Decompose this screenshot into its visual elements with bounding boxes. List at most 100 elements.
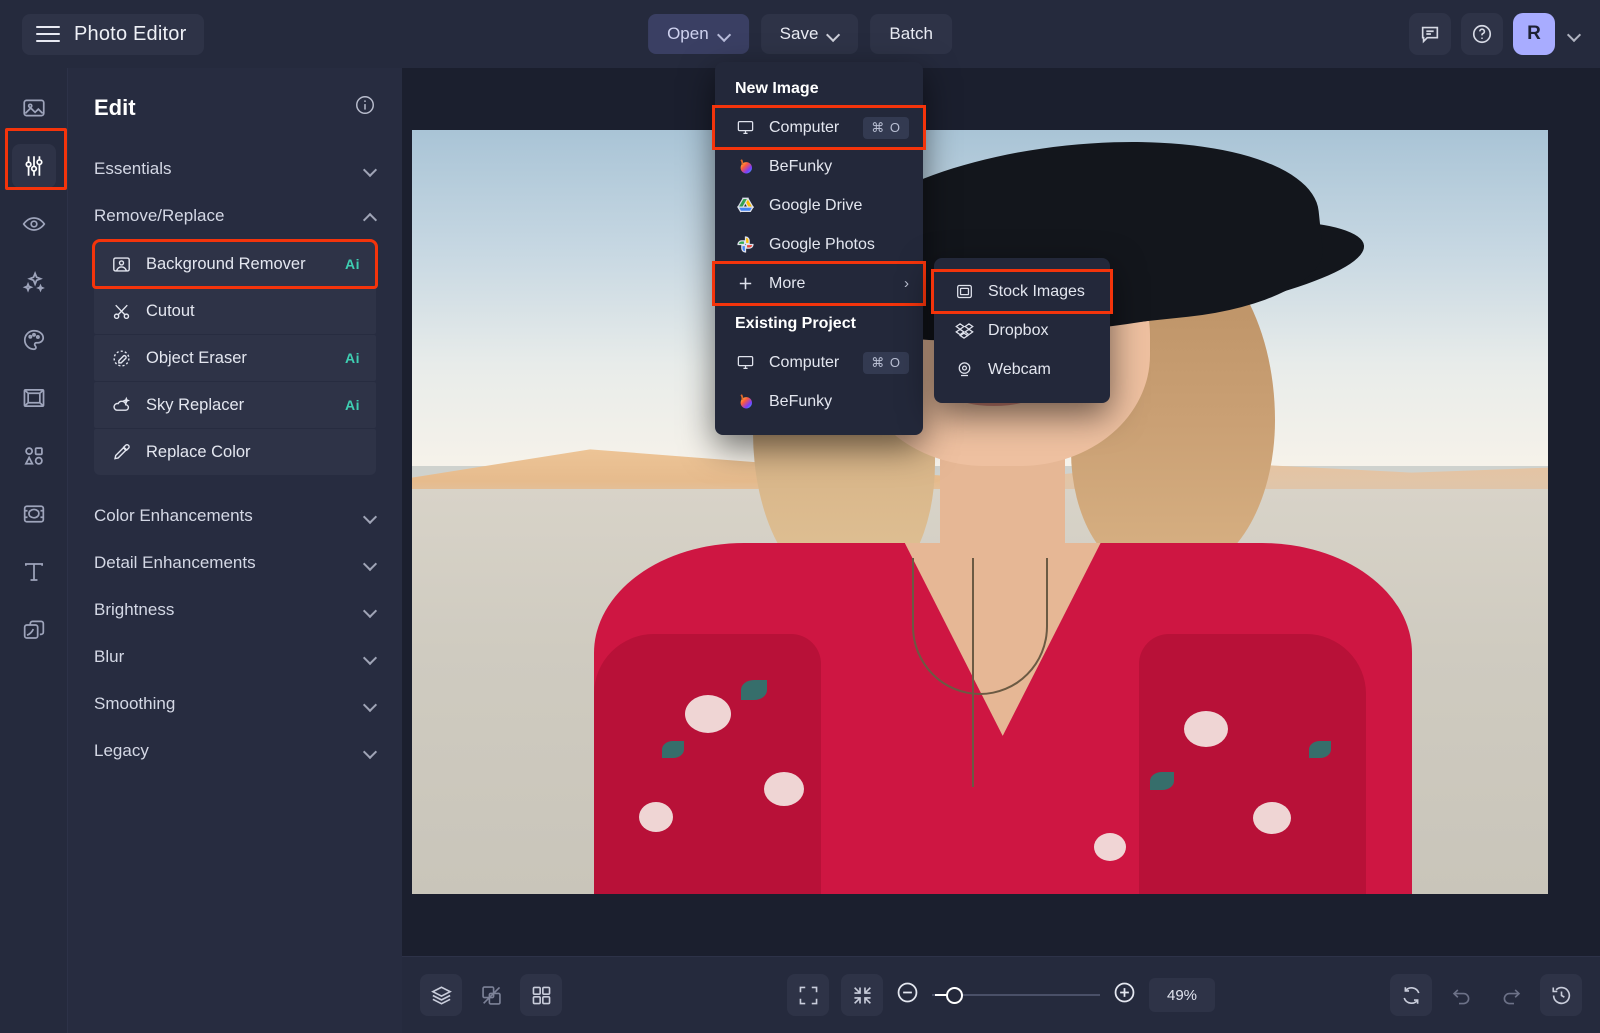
group-remove-replace[interactable]: Remove/Replace [94,195,376,237]
compare-split-icon [481,985,501,1005]
chevron-up-icon [365,211,376,222]
photo-subject [412,130,1548,894]
menu-item-new-more[interactable]: More › [712,261,926,306]
rail-item-effects[interactable] [12,260,56,304]
rail-item-graphics[interactable] [12,434,56,478]
photo-dress-flower [684,695,731,734]
menu-item-new-computer[interactable]: Computer ⌘ O [712,105,926,150]
tool-object-eraser[interactable]: Object Eraser Ai [94,335,376,381]
menu-item-new-google-drive[interactable]: Google Drive [715,186,923,225]
photo-dress-leaf [1150,771,1175,790]
canvas-area[interactable] [402,68,1600,956]
compare-button[interactable] [470,974,512,1016]
grid-view-button[interactable] [520,974,562,1016]
info-circle-icon [356,96,374,114]
remove-replace-tool-list: Background Remover Ai Cutout Object Eras… [92,239,378,475]
rail-item-edit[interactable] [11,144,56,188]
help-button[interactable] [1461,13,1503,55]
rail-item-textures[interactable] [12,492,56,536]
menu-item-label: More [769,274,806,292]
tool-background-remover[interactable]: Background Remover Ai [92,239,378,289]
eye-retouch-icon [22,217,45,231]
avatar[interactable]: R [1513,13,1555,55]
rail-item-layers[interactable] [12,608,56,652]
adjust-sliders-icon [24,156,43,176]
group-detail-enhancements[interactable]: Detail Enhancements [94,542,376,584]
bottom-left-tools [420,974,562,1016]
group-color-enhancements[interactable]: Color Enhancements [94,495,376,537]
photo-dress-flower [764,771,805,806]
reset-button[interactable] [1390,974,1432,1016]
group-label: Essentials [94,159,172,178]
edit-panel-header: Edit [94,68,376,143]
feedback-button[interactable] [1409,13,1451,55]
zoom-slider[interactable] [932,985,1100,1005]
open-button[interactable]: Open [648,14,749,54]
group-essentials[interactable]: Essentials [94,148,376,190]
chevron-down-icon [365,746,376,757]
rail-item-text[interactable] [12,550,56,594]
page-title: Edit [94,94,136,120]
undo-button[interactable] [1440,974,1482,1016]
dropbox-logo-icon [954,320,975,341]
menu-item-label: BeFunky [769,157,833,175]
tool-cutout[interactable]: Cutout [94,288,376,334]
menu-item-new-google-photos[interactable]: Google Photos [715,225,923,264]
redo-button[interactable] [1490,974,1532,1016]
submenu-item-label: Stock Images [988,282,1085,300]
rail-item-retouch[interactable] [12,202,56,246]
stock-image-icon [954,281,975,302]
rail-item-frames[interactable] [12,376,56,420]
edited-photo[interactable] [412,130,1548,894]
frame-icon [23,389,44,407]
zoom-out-button[interactable] [895,980,920,1010]
person-photo-icon [110,253,132,275]
menu-section-existing-project: Existing Project [735,315,856,332]
chevron-right-icon: › [904,275,909,292]
menu-item-new-befunky[interactable]: BeFunky [715,147,923,186]
app-title: Photo Editor [74,22,187,45]
history-button[interactable] [1540,974,1582,1016]
avatar-chevron-down-icon[interactable] [1569,29,1580,40]
group-legacy[interactable]: Legacy [94,730,376,772]
open-dropdown-menu: New Image Computer ⌘ O BeFunky Google Dr… [712,62,926,435]
submenu-item-dropbox[interactable]: Dropbox [934,311,1110,350]
menu-item-label: BeFunky [769,392,833,410]
tool-replace-color[interactable]: Replace Color [94,429,376,475]
group-blur[interactable]: Blur [94,636,376,678]
fit-screen-button[interactable] [787,974,829,1016]
menu-item-existing-befunky[interactable]: BeFunky [715,382,923,421]
befunky-logo-icon [735,156,756,177]
group-label: Color Enhancements [94,506,253,525]
group-smoothing[interactable]: Smoothing [94,683,376,725]
submenu-item-label: Dropbox [988,321,1049,339]
submenu-item-stock-images[interactable]: Stock Images [931,269,1113,314]
center-actions: Open Save Batch [648,14,952,54]
menu-item-label: Google Photos [769,235,875,253]
zoom-in-button[interactable] [1112,980,1137,1010]
app-menu-button[interactable]: Photo Editor [22,13,205,55]
menu-item-existing-computer[interactable]: Computer ⌘ O [715,343,923,382]
photo-sleeve-left [593,634,821,894]
submenu-item-webcam[interactable]: Webcam [934,350,1110,389]
zoom-level-value[interactable]: 49% [1149,978,1215,1012]
group-brightness[interactable]: Brightness [94,589,376,631]
text-icon [24,563,43,581]
rail-item-image[interactable] [12,86,56,130]
tool-label: Background Remover [146,254,306,273]
tool-sky-replacer[interactable]: Sky Replacer Ai [94,382,376,428]
save-button[interactable]: Save [760,14,859,54]
keyboard-shortcut: ⌘ O [863,351,909,374]
group-label: Smoothing [94,694,176,713]
zoom-slider-knob[interactable] [935,986,963,1004]
eyedropper-icon [110,441,132,463]
layers-button[interactable] [420,974,462,1016]
tool-label: Replace Color [146,442,251,461]
batch-button[interactable]: Batch [870,14,952,54]
shrink-fit-button[interactable] [841,974,883,1016]
expand-fullscreen-icon [799,986,817,1004]
info-button[interactable] [354,94,376,121]
rail-item-artsy[interactable] [12,318,56,362]
top-bar: Photo Editor Open Save Batch R [0,0,1600,68]
undo-icon [1452,988,1469,1004]
